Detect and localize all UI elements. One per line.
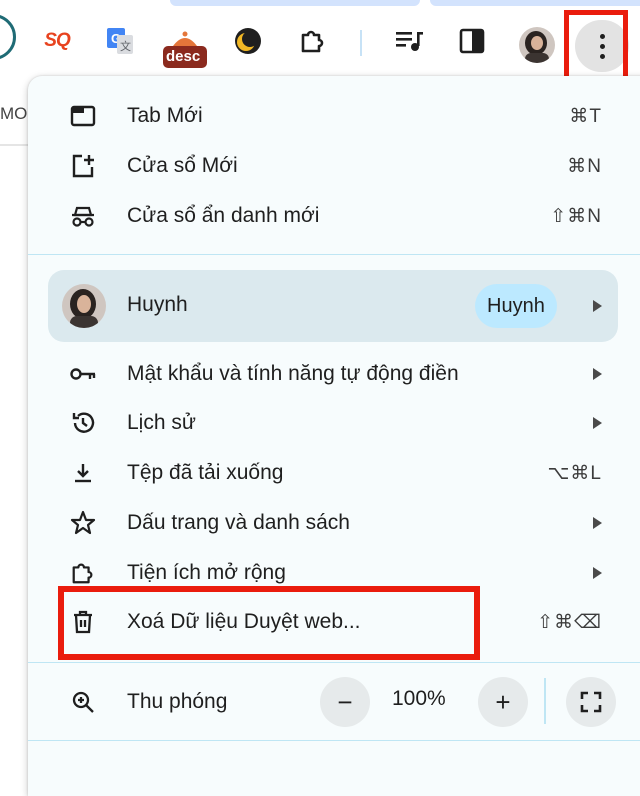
- menu-item-label: Cửa sổ Mới: [127, 154, 238, 177]
- menu-item-new-tab[interactable]: Tab Mới ⌘T: [28, 92, 640, 140]
- zoom-in-icon: [68, 687, 98, 717]
- profile-name-chip: Huynh: [475, 284, 557, 328]
- incognito-icon: [68, 201, 98, 231]
- menu-item-label: Tệp đã tải xuống: [127, 461, 284, 484]
- tab-strip-edge: [430, 0, 640, 6]
- sq-extension-label: SQ: [44, 30, 70, 51]
- fullscreen-icon: [580, 691, 602, 713]
- menu-item-label: Lịch sử: [127, 411, 196, 434]
- dark-mode-moon-icon[interactable]: [233, 26, 263, 56]
- menu-item-label: Cửa sổ ẩn danh mới: [127, 204, 320, 227]
- menu-item-shortcut: ⇧⌘⌫: [537, 611, 602, 633]
- menu-divider: [28, 254, 640, 255]
- menu-item-incognito-window[interactable]: Cửa sổ ẩn danh mới ⇧⌘N: [28, 192, 640, 240]
- google-translate-icon[interactable]: G 文: [105, 26, 135, 56]
- submenu-arrow-icon: [593, 368, 602, 380]
- history-icon: [68, 408, 98, 438]
- submenu-arrow-icon: [593, 300, 602, 312]
- new-tab-icon: [68, 101, 98, 131]
- menu-item-label: Mật khẩu và tính năng tự động điền: [127, 362, 459, 385]
- menu-item-shortcut: ⌘T: [569, 105, 602, 127]
- zoom-in-button[interactable]: +: [478, 677, 528, 727]
- profile-name: Huynh: [127, 293, 188, 316]
- media-controls-icon[interactable]: [395, 26, 425, 56]
- menu-item-label: Tab Mới: [127, 104, 203, 127]
- zoom-separator: [544, 678, 546, 724]
- menu-item-label: Tiện ích mở rộng: [127, 561, 286, 584]
- desc-extension-label: desc: [166, 48, 201, 65]
- menu-item-passwords-autofill[interactable]: Mật khẩu và tính năng tự động điền: [28, 350, 640, 398]
- tab-strip-edge: [170, 0, 420, 6]
- menu-item-new-window[interactable]: Cửa sổ Mới ⌘N: [28, 142, 640, 190]
- toolbar-separator: [360, 30, 362, 56]
- menu-item-shortcut: ⌘N: [567, 155, 602, 177]
- zoom-out-button[interactable]: −: [320, 677, 370, 727]
- extensions-puzzle-icon: [68, 558, 98, 588]
- zoom-label: Thu phóng: [127, 690, 228, 713]
- menu-item-bookmarks[interactable]: Dấu trang và danh sách: [28, 499, 640, 547]
- side-panel-icon[interactable]: [457, 26, 487, 56]
- menu-profile-row[interactable]: Huynh Huynh: [48, 270, 618, 342]
- sq-extension-icon[interactable]: SQ: [42, 26, 72, 56]
- download-icon: [68, 458, 98, 488]
- desc-extension-icon[interactable]: desc: [162, 28, 208, 70]
- chrome-app-menu: Tab Mới ⌘T Cửa sổ Mới ⌘N Cửa sổ ẩn danh …: [28, 76, 640, 796]
- submenu-arrow-icon: [593, 517, 602, 529]
- menu-divider: [28, 662, 640, 663]
- submenu-arrow-icon: [593, 567, 602, 579]
- submenu-arrow-icon: [593, 417, 602, 429]
- menu-item-label: Dấu trang và danh sách: [127, 511, 350, 534]
- zoom-level: 100%: [392, 687, 446, 710]
- extensions-puzzle-icon[interactable]: [298, 26, 328, 56]
- clear-data-highlight-box: [58, 586, 480, 660]
- fullscreen-button[interactable]: [566, 677, 616, 727]
- key-icon: [68, 359, 98, 389]
- menu-divider: [28, 740, 640, 741]
- extension-ring-icon[interactable]: [0, 14, 16, 60]
- menu-item-downloads[interactable]: Tệp đã tải xuống ⌥⌘L: [28, 449, 640, 497]
- profile-avatar[interactable]: [519, 27, 555, 63]
- menu-item-shortcut: ⇧⌘N: [550, 205, 602, 227]
- star-icon: [68, 508, 98, 538]
- page-divider: [0, 144, 30, 146]
- svg-text:文: 文: [120, 39, 131, 53]
- menu-item-shortcut: ⌥⌘L: [547, 462, 602, 484]
- menu-button-highlight-box: [564, 10, 628, 82]
- new-window-icon: [68, 151, 98, 181]
- profile-avatar: [62, 284, 106, 328]
- menu-item-history[interactable]: Lịch sử: [28, 399, 640, 447]
